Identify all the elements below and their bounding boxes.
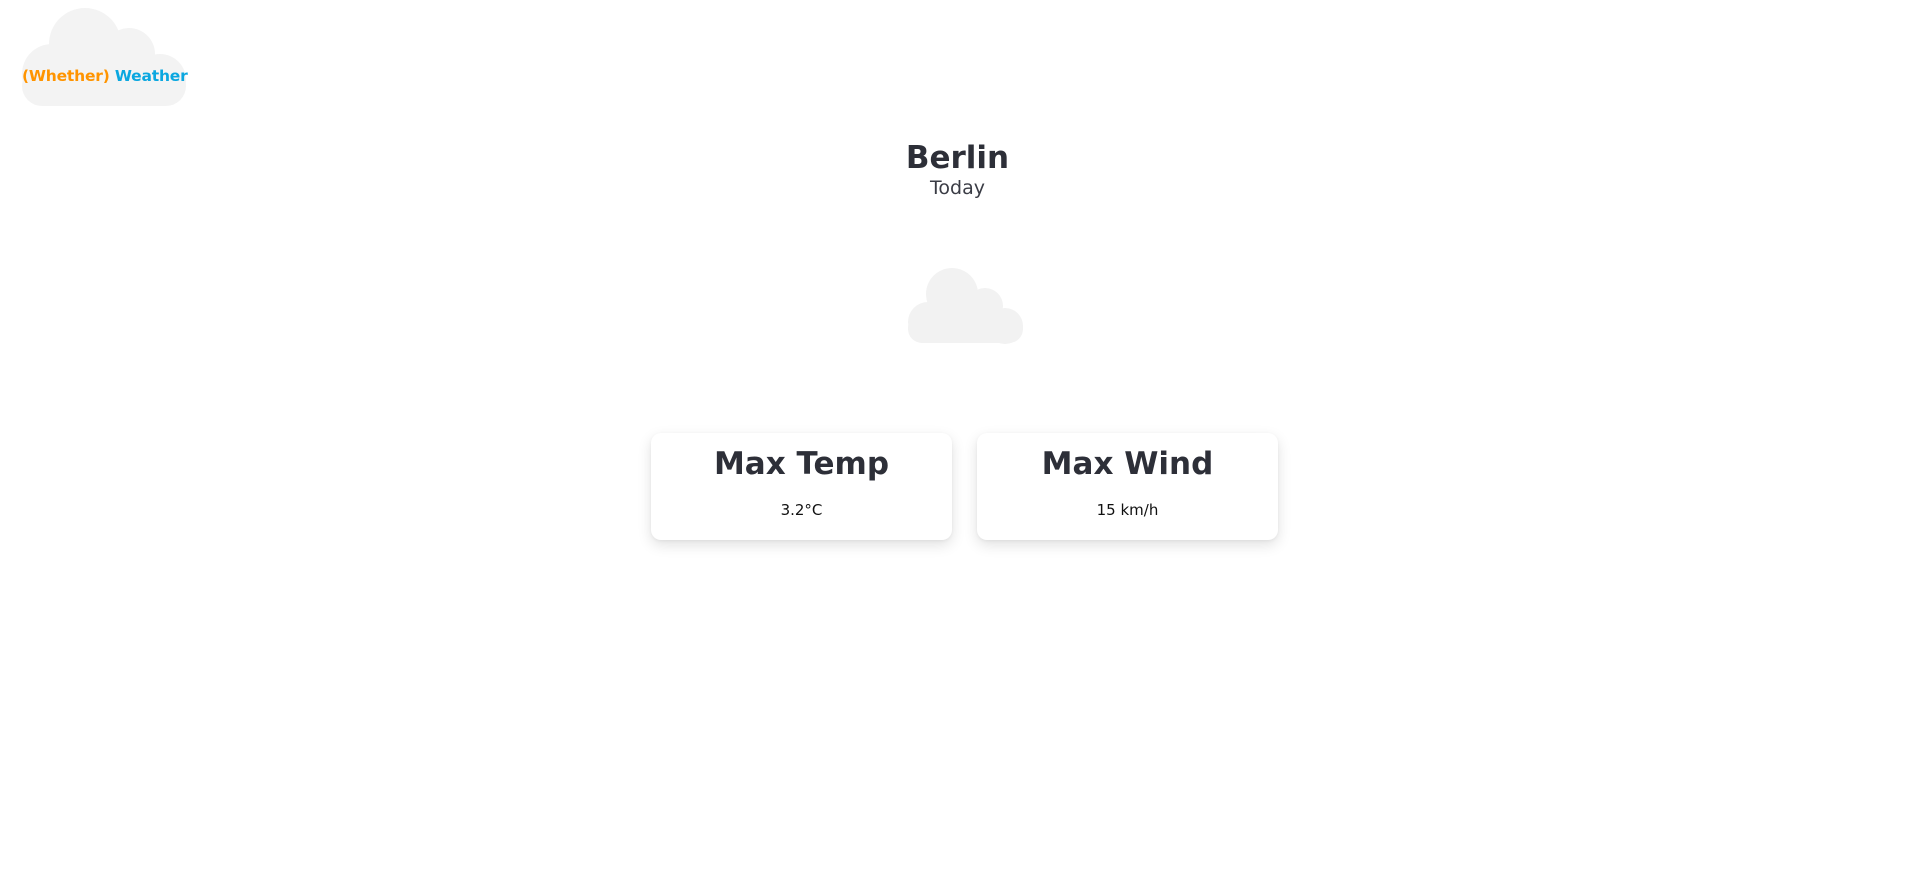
weather-cloud-icon [908,268,1023,344]
card-value: 3.2°C [780,501,823,519]
stats-cards: Max Temp 3.2°C Max Wind 15 km/h [651,433,1278,540]
city-name: Berlin [905,140,1010,176]
logo-cloud-icon [22,8,186,106]
logo-text: (Whether) Weather [22,67,188,85]
app-logo[interactable]: (Whether) Weather [12,4,190,106]
day-label: Today [930,177,985,199]
card-title: Max Temp [713,446,890,482]
card-title: Max Wind [1041,446,1214,482]
logo-word-whether: (Whether) [22,67,110,85]
logo-word-weather: Weather [114,67,188,85]
card-value: 15 km/h [1096,501,1159,519]
location-header: Berlin Today [0,140,1915,200]
max-temp-card: Max Temp 3.2°C [651,433,952,540]
max-wind-card: Max Wind 15 km/h [977,433,1278,540]
weather-page: (Whether) Weather Berlin Today Max Temp … [0,0,1915,881]
